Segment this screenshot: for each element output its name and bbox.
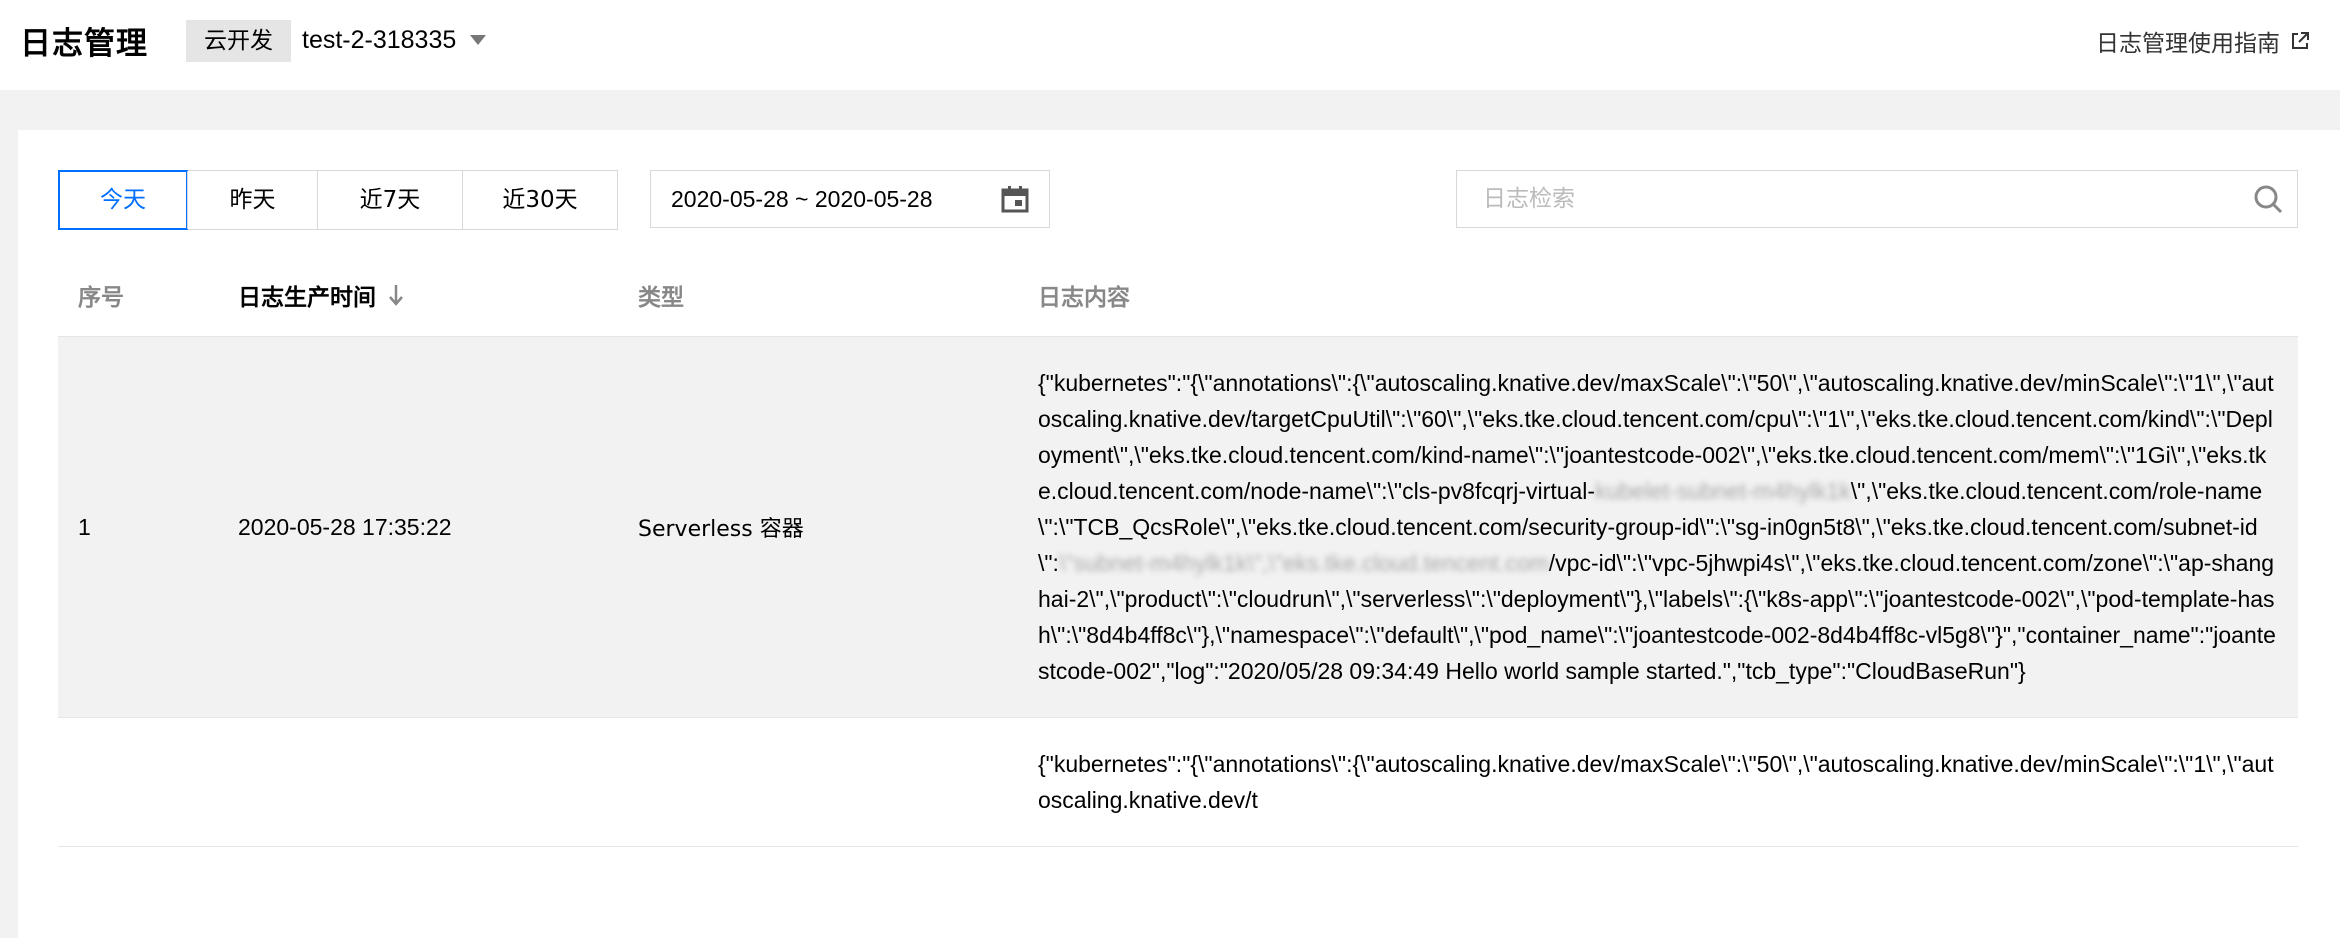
column-header-no: 序号 <box>78 285 124 311</box>
log-search-box[interactable] <box>1456 170 2298 228</box>
log-content-text: {"kubernetes":"{\"annotations\":{\"autos… <box>1038 718 2278 846</box>
row-type: Serverless 容器 <box>638 517 804 542</box>
log-search-input[interactable] <box>1481 185 2185 213</box>
range-30days-button[interactable]: 近30天 <box>462 171 617 229</box>
page-title: 日志管理 <box>20 26 148 62</box>
log-table: 序号 日志生产时间 类型 日志内容 1 2020-05-28 17:35:22 … <box>58 254 2298 847</box>
log-text-part: {"kubernetes":"{\"annotations\":{\"autos… <box>1038 751 2274 813</box>
column-header-content: 日志内容 <box>1038 285 1130 311</box>
external-link-icon <box>2292 32 2309 49</box>
log-text-redacted: \"subnet-m4hylk1k\",\"eks.tke.cloud.tenc… <box>1058 550 1549 576</box>
table-row[interactable]: {"kubernetes":"{\"annotations\":{\"autos… <box>58 718 2298 847</box>
range-today-button[interactable]: 今天 <box>58 170 188 230</box>
env-name: test-2-318335 <box>302 26 457 54</box>
guide-link[interactable]: 日志管理使用指南 <box>2096 24 2310 58</box>
row-content: {"kubernetes":"{\"annotations\":{\"autos… <box>1018 718 2298 846</box>
row-time: 2020-05-28 17:35:22 <box>238 513 452 540</box>
table-row[interactable]: 1 2020-05-28 17:35:22 Serverless 容器 {"ku… <box>58 337 2298 718</box>
calendar-icon <box>1001 186 1029 213</box>
column-header-type: 类型 <box>638 285 684 311</box>
date-range-picker[interactable]: 2020-05-28 ~ 2020-05-28 <box>650 170 1050 228</box>
caret-down-icon <box>470 35 487 45</box>
date-range-value: 2020-05-28 ~ 2020-05-28 <box>671 185 933 212</box>
log-panel: 今天 昨天 近7天 近30天 2020-05-28 ~ 2020-05-28 序… <box>18 130 2340 938</box>
log-content-text: {"kubernetes":"{\"annotations\":{\"autos… <box>1038 337 2278 717</box>
row-content: {"kubernetes":"{\"annotations\":{\"autos… <box>1018 337 2298 717</box>
sort-desc-icon[interactable] <box>388 284 404 306</box>
env-selector[interactable]: test-2-318335 <box>302 22 487 58</box>
column-header-time-label: 日志生产时间 <box>238 285 376 311</box>
range-yesterday-button[interactable]: 昨天 <box>187 171 317 229</box>
env-tag: 云开发 <box>186 20 291 62</box>
date-range-tabs: 今天 昨天 近7天 近30天 <box>58 170 618 230</box>
row-no: 1 <box>78 513 91 540</box>
guide-link-label: 日志管理使用指南 <box>2096 31 2280 57</box>
table-header: 序号 日志生产时间 类型 日志内容 <box>58 254 2298 337</box>
column-header-time[interactable]: 日志生产时间 <box>218 278 618 312</box>
search-icon[interactable] <box>2253 184 2283 214</box>
range-7days-button[interactable]: 近7天 <box>317 171 462 229</box>
log-text-redacted: kubelet-subnet-m4hylk1k <box>1595 478 1851 504</box>
top-bar: 日志管理 云开发 test-2-318335 日志管理使用指南 <box>0 0 2340 90</box>
